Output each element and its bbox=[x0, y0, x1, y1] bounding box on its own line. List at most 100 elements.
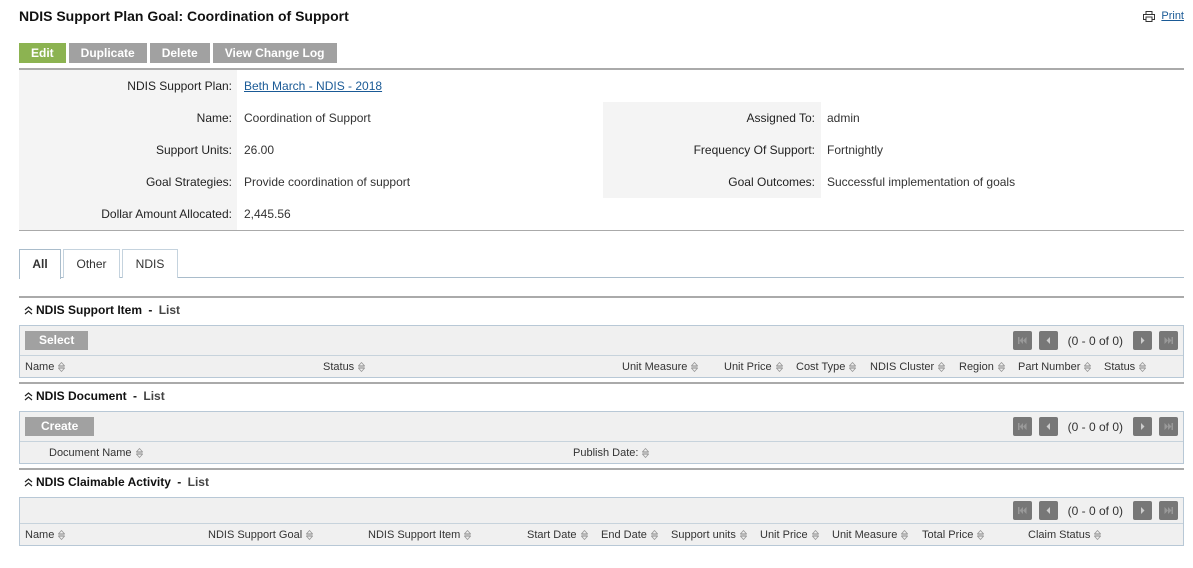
last-page-button[interactable] bbox=[1159, 501, 1178, 520]
column-header-label: Region bbox=[959, 361, 994, 373]
sort-icon bbox=[464, 530, 471, 540]
next-page-button[interactable] bbox=[1133, 331, 1152, 350]
delete-button[interactable]: Delete bbox=[149, 43, 210, 63]
col-claim-status[interactable]: Claim Status bbox=[1028, 525, 1101, 545]
column-header-label: Cost Type bbox=[796, 361, 846, 373]
pagination: (0 - 0 of 0) bbox=[1012, 417, 1178, 436]
section-header-document[interactable]: NDIS Document - List bbox=[24, 389, 165, 403]
col-part-number[interactable]: Part Number bbox=[1018, 357, 1091, 377]
select-button[interactable]: Select bbox=[25, 331, 89, 350]
field-value: Coordination of Support bbox=[244, 111, 371, 125]
section-suffix: List bbox=[187, 475, 209, 489]
collapse-icon[interactable] bbox=[24, 392, 33, 401]
col-name[interactable]: Name bbox=[25, 357, 65, 377]
page-range: (0 - 0 of 0) bbox=[1067, 503, 1123, 518]
field-label: Goal Strategies: bbox=[145, 175, 232, 189]
col-unit-measure[interactable]: Unit Measure bbox=[622, 357, 698, 377]
sort-icon bbox=[306, 530, 313, 540]
col-unit-measure[interactable]: Unit Measure bbox=[832, 525, 908, 545]
col-unit-price[interactable]: Unit Price bbox=[760, 525, 819, 545]
section-header-support-item[interactable]: NDIS Support Item - List bbox=[24, 303, 180, 317]
first-page-button[interactable] bbox=[1012, 417, 1032, 436]
col-cost-type[interactable]: Cost Type bbox=[796, 357, 856, 377]
col-document-name[interactable]: Document Name bbox=[49, 443, 143, 463]
support-plan-link[interactable]: Beth March - NDIS - 2018 bbox=[244, 79, 382, 93]
col-ndis-support-goal[interactable]: NDIS Support Goal bbox=[208, 525, 313, 545]
last-page-icon bbox=[1164, 337, 1173, 344]
section-title: NDIS Support Item bbox=[36, 303, 143, 317]
field-value: 2,445.56 bbox=[244, 207, 291, 221]
first-page-button[interactable] bbox=[1012, 331, 1032, 350]
sort-icon bbox=[136, 448, 143, 458]
prev-page-icon bbox=[1044, 423, 1053, 430]
sort-icon bbox=[691, 362, 698, 372]
col-name[interactable]: Name bbox=[25, 525, 65, 545]
document-list: Create (0 - 0 of 0) Document Name Publis… bbox=[19, 411, 1184, 464]
col-ndis-cluster[interactable]: NDIS Cluster bbox=[870, 357, 945, 377]
first-page-icon bbox=[1018, 423, 1027, 430]
next-page-icon bbox=[1138, 423, 1147, 430]
column-header-label: Document Name bbox=[49, 447, 132, 459]
collapse-icon[interactable] bbox=[24, 306, 33, 315]
section-divider bbox=[19, 296, 1184, 298]
col-status[interactable]: Status bbox=[323, 357, 365, 377]
claimable-activity-list: (0 - 0 of 0) Name NDIS Support Goal NDIS… bbox=[19, 497, 1184, 546]
next-page-button[interactable] bbox=[1133, 417, 1152, 436]
column-header-label: Status bbox=[323, 361, 355, 373]
sort-icon bbox=[938, 362, 945, 372]
column-header-label: Start Date bbox=[527, 529, 577, 541]
print-link[interactable]: Print bbox=[1161, 10, 1184, 22]
prev-page-button[interactable] bbox=[1038, 331, 1058, 350]
duplicate-button[interactable]: Duplicate bbox=[68, 43, 147, 63]
support-item-list: Select (0 - 0 of 0) Name Status Unit Mea… bbox=[19, 325, 1184, 378]
field-name: Name: Coordination of Support bbox=[19, 102, 599, 134]
tab-ndis[interactable]: NDIS bbox=[122, 249, 178, 278]
col-ndis-support-item[interactable]: NDIS Support Item bbox=[368, 525, 471, 545]
col-region[interactable]: Region bbox=[959, 357, 1005, 377]
page-range: (0 - 0 of 0) bbox=[1067, 419, 1123, 434]
collapse-icon[interactable] bbox=[24, 478, 33, 487]
column-header-label: Support units bbox=[671, 529, 736, 541]
action-toolbar: Edit Duplicate Delete View Change Log bbox=[19, 43, 337, 63]
first-page-button[interactable] bbox=[1012, 501, 1032, 520]
last-page-button[interactable] bbox=[1159, 331, 1178, 350]
field-label: Name: bbox=[196, 111, 232, 125]
prev-page-icon bbox=[1044, 507, 1053, 514]
section-divider bbox=[19, 468, 1184, 470]
tab-other[interactable]: Other bbox=[63, 249, 120, 278]
prev-page-button[interactable] bbox=[1038, 501, 1058, 520]
edit-button[interactable]: Edit bbox=[19, 43, 66, 63]
sort-icon bbox=[776, 362, 783, 372]
sort-icon bbox=[812, 530, 819, 540]
col-unit-price[interactable]: Unit Price bbox=[724, 357, 783, 377]
column-header-label: Claim Status bbox=[1028, 529, 1091, 541]
col-total-price[interactable]: Total Price bbox=[922, 525, 984, 545]
last-page-button[interactable] bbox=[1159, 417, 1178, 436]
col-start-date[interactable]: Start Date bbox=[527, 525, 588, 545]
column-header-label: Unit Measure bbox=[622, 361, 688, 373]
sort-icon bbox=[642, 448, 649, 458]
field-label: Assigned To: bbox=[746, 111, 816, 125]
print-link-group[interactable]: Print bbox=[1143, 10, 1184, 22]
sort-icon bbox=[58, 530, 65, 540]
section-header-claimable-activity[interactable]: NDIS Claimable Activity - List bbox=[24, 475, 209, 489]
column-header-label: Unit Price bbox=[724, 361, 772, 373]
col-status-2[interactable]: Status bbox=[1104, 357, 1146, 377]
prev-page-button[interactable] bbox=[1038, 417, 1058, 436]
col-end-date[interactable]: End Date bbox=[601, 525, 658, 545]
next-page-button[interactable] bbox=[1133, 501, 1152, 520]
column-header-label: NDIS Support Goal bbox=[208, 529, 303, 541]
field-label: Goal Outcomes: bbox=[728, 175, 815, 189]
section-title: NDIS Claimable Activity bbox=[36, 475, 171, 489]
next-page-icon bbox=[1138, 337, 1147, 344]
view-change-log-button[interactable]: View Change Log bbox=[212, 43, 337, 63]
col-support-units[interactable]: Support units bbox=[671, 525, 747, 545]
col-publish-date[interactable]: Publish Date: bbox=[573, 443, 649, 463]
field-ndis-support-plan: NDIS Support Plan: Beth March - NDIS - 2… bbox=[19, 70, 599, 102]
sort-icon bbox=[1094, 530, 1101, 540]
tab-all[interactable]: All bbox=[19, 249, 61, 279]
list-toolbar: Create (0 - 0 of 0) bbox=[20, 412, 1183, 442]
sort-icon bbox=[1139, 362, 1146, 372]
sort-icon bbox=[651, 530, 658, 540]
create-button[interactable]: Create bbox=[25, 417, 95, 436]
